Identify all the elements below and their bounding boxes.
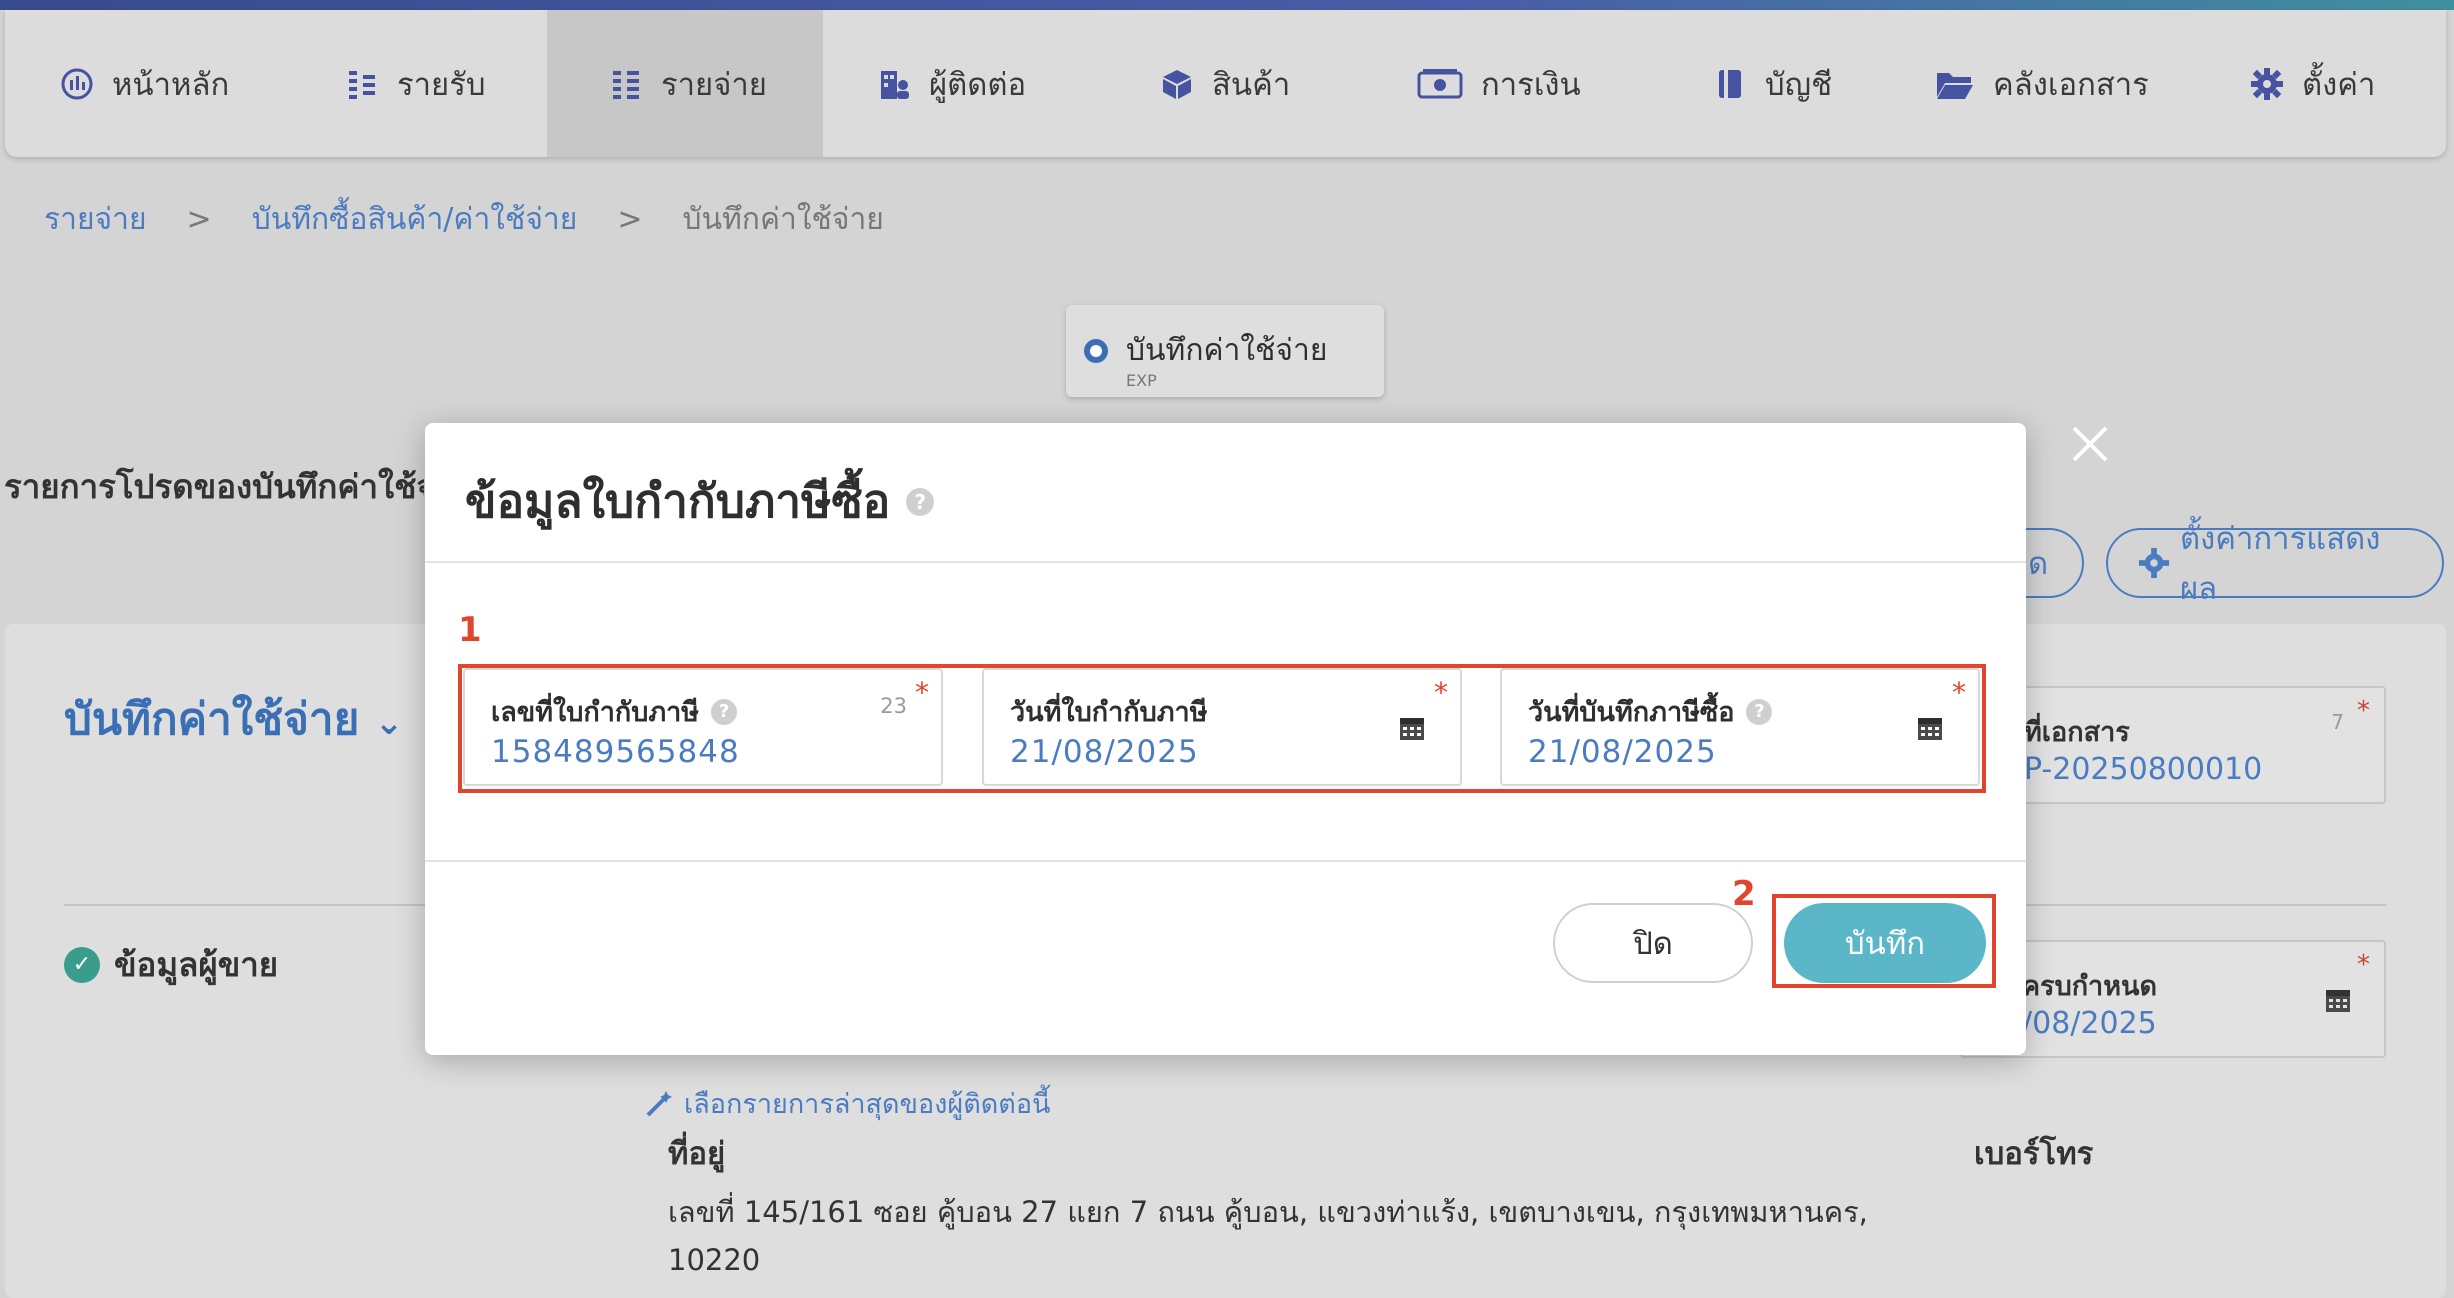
- step-number-2: 2: [1732, 874, 1756, 914]
- highlight-box-fields: [458, 664, 1986, 793]
- close-icon[interactable]: [2066, 420, 2114, 468]
- modal-footer-divider: [425, 860, 2026, 862]
- close-button[interactable]: ปิด: [1553, 903, 1753, 983]
- modal-header-divider: [425, 561, 2026, 563]
- step-number-1: 1: [458, 610, 482, 650]
- highlight-box-save: [1772, 894, 1996, 988]
- modal-title: ข้อมูลใบกำกับภาษีซื้อ ?: [465, 465, 935, 538]
- modal-title-text: ข้อมูลใบกำกับภาษีซื้อ: [465, 474, 891, 528]
- help-icon[interactable]: ?: [906, 487, 935, 516]
